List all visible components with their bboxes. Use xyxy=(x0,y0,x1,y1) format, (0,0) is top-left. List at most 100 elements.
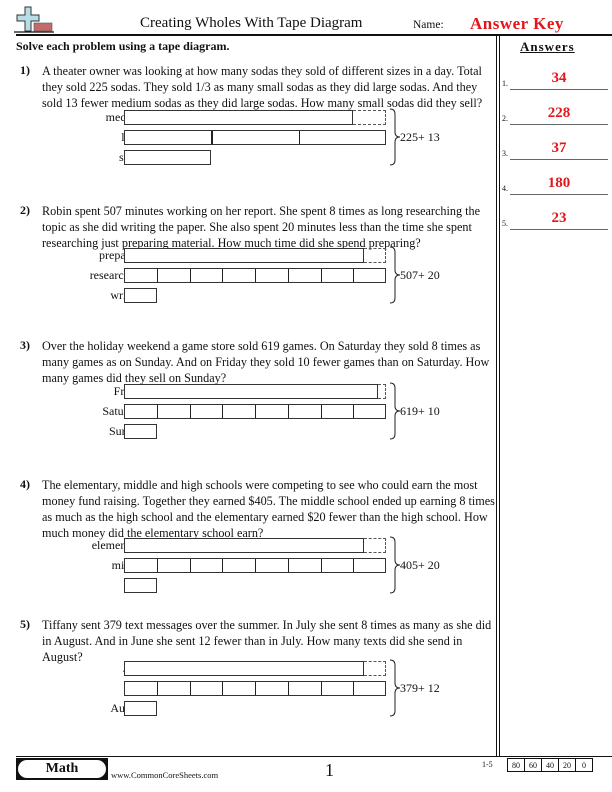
tape-segment-divider xyxy=(255,559,257,572)
tape-bar xyxy=(124,578,157,593)
answer-number: 3. xyxy=(502,149,508,158)
tape-bar xyxy=(124,288,157,303)
tape-segment-divider xyxy=(353,405,355,418)
tape-segment-divider xyxy=(211,131,213,144)
tape-segment-divider xyxy=(287,405,289,418)
tape-bar xyxy=(124,384,378,399)
tape-missing-part xyxy=(364,538,386,553)
subject-label: Math xyxy=(18,760,106,778)
total-label: 379+ 12 xyxy=(400,681,440,695)
subject-badge: Math xyxy=(16,758,108,780)
tape-missing-part xyxy=(378,384,386,399)
tape-segment-divider xyxy=(156,405,158,418)
answer-value: 23 xyxy=(551,210,567,226)
tape-bar xyxy=(124,110,353,125)
score-cell: 60 xyxy=(524,758,542,772)
tape-segment-divider xyxy=(255,682,257,695)
math-cross-logo-icon xyxy=(14,6,54,33)
answer-row: 2. 228 xyxy=(502,105,608,125)
tape-bar xyxy=(124,248,364,263)
tape-diagram: JuneJulyAugust379+ 12 xyxy=(20,659,490,721)
tape-bar xyxy=(124,558,386,573)
name-label: Name: xyxy=(413,19,444,31)
problem-text: Robin spent 507 minutes working on her r… xyxy=(42,204,480,250)
answer-number: 2. xyxy=(502,114,508,123)
problem-number: 5) xyxy=(20,617,30,631)
tape-segment-divider xyxy=(222,269,224,282)
tape-bar xyxy=(124,424,157,439)
tape-bar xyxy=(124,404,386,419)
tape-diagram: elementarymiddlehigh405+ 20 xyxy=(20,536,490,598)
tape-segment-divider xyxy=(222,559,224,572)
worksheet-title: Creating Wholes With Tape Diagram xyxy=(140,15,363,31)
tape-segment-divider xyxy=(222,405,224,418)
tape-bar xyxy=(124,538,364,553)
answer-value: 37 xyxy=(551,140,567,156)
tape-diagram: FridaySaturdaySunday619+ 10 xyxy=(20,382,490,444)
total-label: 507+ 20 xyxy=(400,268,440,282)
score-cell: 20 xyxy=(558,758,576,772)
problem-number: 3) xyxy=(20,338,30,352)
page-number: 1 xyxy=(325,760,334,780)
problem-text: The elementary, middle and high schools … xyxy=(42,478,495,540)
tape-missing-part xyxy=(364,661,386,676)
answer-line xyxy=(510,123,608,125)
tape-segment-divider xyxy=(189,682,191,695)
tape-segment-divider xyxy=(320,405,322,418)
answer-number: 4. xyxy=(502,184,508,193)
tape-segment-divider xyxy=(255,405,257,418)
problem: 4) The elementary, middle and high schoo… xyxy=(20,477,495,598)
problem-number: 2) xyxy=(20,203,30,217)
answer-line xyxy=(510,88,608,90)
tape-segment-divider xyxy=(353,269,355,282)
answer-value: 34 xyxy=(551,70,567,86)
total-label: 619+ 10 xyxy=(400,404,440,418)
tape-segment-divider xyxy=(287,682,289,695)
instructions: Solve each problem using a tape diagram. xyxy=(16,39,230,53)
tape-bar xyxy=(124,150,212,165)
tape-segment-divider xyxy=(189,269,191,282)
answer-row: 3. 37 xyxy=(502,140,608,160)
tape-segment-divider xyxy=(189,405,191,418)
tape-segment-divider xyxy=(287,559,289,572)
tape-segment-divider xyxy=(298,131,300,144)
answer-number: 5. xyxy=(502,219,508,228)
tape-missing-part xyxy=(364,248,386,263)
tape-segment-divider xyxy=(156,682,158,695)
problem-text: A theater owner was looking at how many … xyxy=(42,64,483,110)
tape-bar xyxy=(124,701,157,716)
answer-value: 228 xyxy=(547,105,571,121)
tape-segment-divider xyxy=(320,269,322,282)
total-label: 225+ 13 xyxy=(400,130,440,144)
answer-row: 5. 23 xyxy=(502,210,608,230)
score-range: 1-5 xyxy=(482,760,493,769)
tape-bar xyxy=(124,130,386,145)
tape-segment-divider xyxy=(222,682,224,695)
answer-row: 4. 180 xyxy=(502,175,608,195)
tape-segment-divider xyxy=(320,682,322,695)
tape-segment-divider xyxy=(353,559,355,572)
answer-number: 1. xyxy=(502,79,508,88)
name-value: Answer Key xyxy=(470,14,564,33)
tape-segment-divider xyxy=(255,269,257,282)
tape-diagram: preparingresearchingwriting507+ 20 xyxy=(20,246,490,308)
answers-heading: Answers xyxy=(520,39,575,54)
score-cell: 80 xyxy=(507,758,525,772)
answer-row: 1. 34 xyxy=(502,70,608,90)
answer-line xyxy=(510,193,608,195)
total-label: 405+ 20 xyxy=(400,558,440,572)
tape-segment-divider xyxy=(156,269,158,282)
score-cell: 0 xyxy=(575,758,593,772)
tape-bar xyxy=(124,681,386,696)
tape-segment-divider xyxy=(353,682,355,695)
website-link[interactable]: www.CommonCoreSheets.com xyxy=(111,770,218,780)
tape-segment-divider xyxy=(287,269,289,282)
tape-segment-divider xyxy=(189,559,191,572)
problem: 2) Robin spent 507 minutes working on he… xyxy=(20,203,490,313)
problem: 3) Over the holiday weekend a game store… xyxy=(20,338,490,448)
answer-value: 180 xyxy=(547,175,571,191)
tape-segment-divider xyxy=(320,559,322,572)
header-rule xyxy=(16,34,612,36)
answer-line xyxy=(510,228,608,230)
tape-diagram: mediumlargesmall225+ 13 xyxy=(20,108,490,170)
